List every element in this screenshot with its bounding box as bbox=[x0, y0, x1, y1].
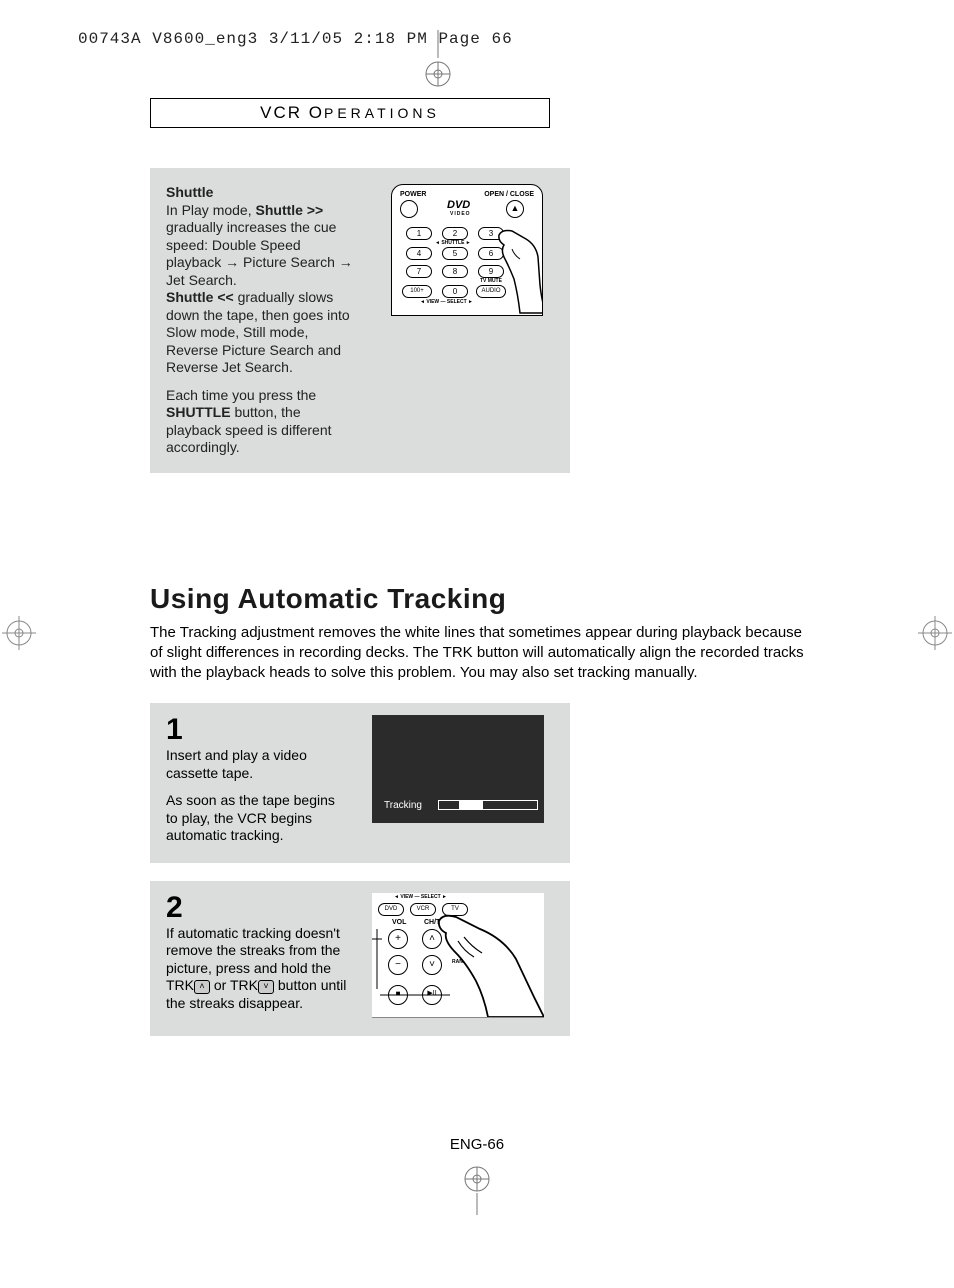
hand-icon bbox=[496, 225, 543, 315]
dvd-pill: DVD bbox=[378, 903, 404, 916]
section-header: VCR OPERATIONS bbox=[150, 98, 550, 128]
key-2: 2 bbox=[442, 227, 468, 240]
step-1-number: 1 bbox=[166, 715, 348, 745]
key-8: 8 bbox=[442, 265, 468, 278]
section-header-text: VCR OPERATIONS bbox=[260, 103, 440, 122]
registration-mark-right bbox=[918, 616, 952, 655]
view-select-label: ◄ VIEW — SELECT ► bbox=[420, 299, 473, 305]
trk-up-icon: ˄ bbox=[194, 980, 210, 994]
power-button bbox=[400, 200, 418, 218]
shuttle-p3: Each time you press the SHUTTLE button, … bbox=[166, 387, 356, 457]
trk-down-icon: ˅ bbox=[258, 980, 274, 994]
vcr-pill: VCR bbox=[410, 903, 436, 916]
power-label: POWER bbox=[400, 191, 426, 198]
vol-down-button: − bbox=[388, 955, 408, 975]
step-1-box: 1 Insert and play a video cassette tape.… bbox=[150, 703, 570, 863]
key-0: 0 bbox=[442, 285, 468, 298]
tv-screen-osd: Tracking bbox=[372, 715, 544, 823]
shuttle-p2: Shuttle << gradually slows down the tape… bbox=[166, 289, 356, 377]
remote-mid-illustration: ◄ VIEW — SELECT ► DVD VCR TV VOL CH/TRK … bbox=[372, 893, 544, 1018]
remote-top-illustration: POWER OPEN / CLOSE ▲ DVD VIDEO 1 2 3 ◄ S… bbox=[391, 184, 543, 316]
shuttle-title: Shuttle bbox=[166, 184, 356, 202]
key-4: 4 bbox=[406, 247, 432, 260]
shuttle-label: ◄ SHUTTLE ► bbox=[435, 240, 471, 246]
tracking-intro: The Tracking adjustment removes the whit… bbox=[150, 623, 810, 684]
prepress-slug: 00743A V8600_eng3 3/11/05 2:18 PM Page 6… bbox=[0, 0, 954, 48]
video-label: VIDEO bbox=[450, 211, 471, 217]
vol-label: VOL bbox=[392, 919, 406, 926]
shuttle-box: Shuttle In Play mode, Shuttle >> gradual… bbox=[150, 168, 570, 473]
registration-mark-left bbox=[2, 616, 36, 655]
osd-tracking-bar-fill bbox=[459, 801, 483, 809]
osd-tracking-label: Tracking bbox=[384, 800, 422, 811]
vol-up-button: + bbox=[388, 929, 408, 949]
step-1-p2: As soon as the tape begins to play, the … bbox=[166, 792, 348, 845]
key-7: 7 bbox=[406, 265, 432, 278]
step-2-number: 2 bbox=[166, 893, 348, 923]
step-2-p1: If automatic tracking doesn't remove the… bbox=[166, 925, 348, 1013]
key-5: 5 bbox=[442, 247, 468, 260]
eject-button: ▲ bbox=[506, 200, 524, 218]
hand-icon-2 bbox=[434, 911, 544, 1017]
view-select-mid-label: ◄ VIEW — SELECT ► bbox=[394, 894, 447, 900]
crop-mark-bottom bbox=[0, 1165, 954, 1220]
step-2-box: 2 If automatic tracking doesn't remove t… bbox=[150, 881, 570, 1036]
key-1: 1 bbox=[406, 227, 432, 240]
key-100: 100+ bbox=[402, 285, 432, 298]
tracking-title: Using Automatic Tracking bbox=[150, 583, 804, 615]
dvd-logo: DVD bbox=[447, 199, 470, 211]
page-number: ENG-66 bbox=[0, 1136, 954, 1153]
shuttle-p1: In Play mode, Shuttle >> gradually incre… bbox=[166, 202, 356, 290]
open-close-label: OPEN / CLOSE bbox=[484, 191, 534, 198]
crop-mark-top bbox=[0, 48, 954, 98]
osd-tracking-bar bbox=[438, 800, 538, 810]
step-1-p1: Insert and play a video cassette tape. bbox=[166, 747, 348, 782]
